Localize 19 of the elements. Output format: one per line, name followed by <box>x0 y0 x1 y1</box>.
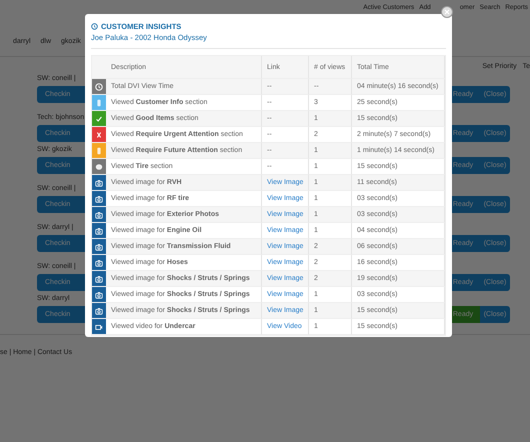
camera-icon <box>95 194 103 202</box>
video-camera-icon <box>95 322 103 330</box>
close-icon <box>444 9 450 15</box>
camera-icon <box>95 274 103 282</box>
document-icon <box>95 146 103 154</box>
camera-icon <box>95 258 103 266</box>
close-button[interactable] <box>441 6 453 18</box>
camera-icon <box>95 178 103 186</box>
circle-icon <box>95 162 103 170</box>
clock-icon <box>91 23 98 30</box>
camera-icon <box>95 242 103 250</box>
camera-icon <box>95 290 103 298</box>
camera-icon <box>95 210 103 218</box>
document-icon <box>95 98 103 106</box>
check-icon <box>95 114 103 122</box>
camera-icon <box>95 226 103 234</box>
x-icon <box>95 130 103 138</box>
camera-icon <box>95 306 103 314</box>
clock-icon <box>95 82 103 90</box>
